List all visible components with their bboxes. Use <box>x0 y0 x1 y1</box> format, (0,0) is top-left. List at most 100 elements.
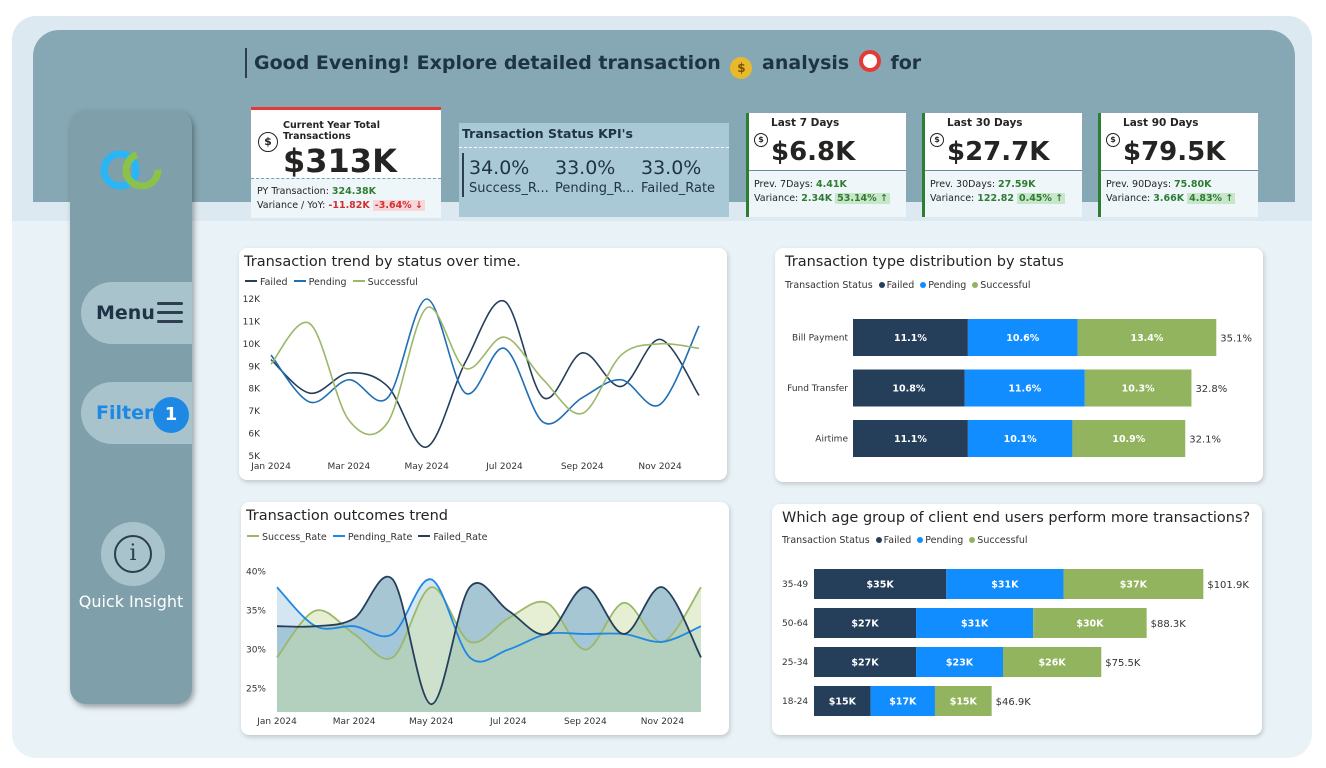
prev-value: 27.59K <box>998 179 1036 190</box>
data-label: 11.6% <box>1008 384 1041 395</box>
y-tick-label: 11K <box>243 317 261 327</box>
hamburger-icon <box>157 302 183 324</box>
filter-button[interactable]: Filter 1 <box>81 382 192 444</box>
status-kpi-value: 33.0% <box>641 157 702 179</box>
kpi-value: $313K <box>283 142 397 180</box>
period-subdetails: Prev. 90Days: 75.80K Variance: 3.66K 4.8… <box>1101 170 1258 217</box>
dollar-coin-icon: $ <box>1106 133 1120 147</box>
category-label: Airtime <box>815 435 848 445</box>
dollar-coin-icon: $ <box>930 133 944 147</box>
total-label: 32.8% <box>1195 384 1227 395</box>
menu-button[interactable]: Menu <box>81 282 192 344</box>
y-tick-label: 7K <box>248 407 261 417</box>
divider <box>459 147 729 148</box>
x-tick-label: Jul 2024 <box>485 462 523 472</box>
period-title: Last 30 Days <box>947 117 1023 129</box>
sidebar: Menu Filter 1 i Quick Insight <box>70 110 192 704</box>
y-tick-label: 10K <box>243 340 261 350</box>
variance-label: Variance / YoY: <box>257 200 329 211</box>
y-tick-label: 5K <box>248 452 261 462</box>
y-tick-label: 35% <box>246 607 266 617</box>
period-value: $27.7K <box>947 137 1050 167</box>
dollar-coin-icon: $ <box>258 132 278 152</box>
stacked-bar-chart[interactable]: 35-49 $35K $31K $37K $101.9K 50-64 $27K $31K $30… <box>772 504 1262 735</box>
y-tick-label: 12K <box>243 295 261 305</box>
kpi-title: Current Year Total Transactions <box>283 120 380 142</box>
variance-pct: 53.14% ↑ <box>835 193 890 204</box>
data-label: 10.6% <box>1006 333 1039 344</box>
total-label: 35.1% <box>1220 334 1252 345</box>
category-label: 50-64 <box>782 619 808 629</box>
kpi-card-last-90-days: $ Last 90 Days $79.5K Prev. 90Days: 75.8… <box>1098 113 1258 217</box>
y-tick-label: 40% <box>246 568 266 578</box>
period-value: $79.5K <box>1123 137 1226 167</box>
status-kpi-value: 34.0% <box>469 157 530 179</box>
age-group-card: Which age group of client end users perf… <box>772 504 1262 735</box>
data-label: $35K <box>867 580 895 591</box>
data-label: $26K <box>1039 658 1067 669</box>
variance-label: Variance: <box>1106 193 1154 204</box>
greeting-text-2: analysis <box>762 52 850 74</box>
status-kpi-card: Transaction Status KPI's 34.0% Success_R… <box>459 123 729 217</box>
category-label: Bill Payment <box>792 334 848 344</box>
x-tick-label: Mar 2024 <box>327 462 370 472</box>
period-subdetails: Prev. 7Days: 4.41K Variance: 2.34K 53.14… <box>749 170 906 217</box>
stacked-bar-chart[interactable]: Bill Payment 11.1% 10.6% 13.4% 35.1% Fund Tra… <box>775 248 1263 482</box>
status-kpi-failed: 33.0% Failed_Rate <box>641 157 715 196</box>
variance-value: 122.82 <box>977 193 1014 204</box>
filter-count-badge: 1 <box>153 397 189 433</box>
x-tick-label: May 2024 <box>404 462 449 472</box>
menu-label: Menu <box>96 302 155 324</box>
kpi-card-total-transactions: $ Current Year Total Transactions $313K … <box>251 107 441 218</box>
period-value: $6.8K <box>771 137 856 167</box>
x-tick-label: Jan 2024 <box>256 717 297 727</box>
trend-chart-card: Transaction trend by status over time. F… <box>239 248 727 480</box>
data-label: $30K <box>1076 619 1104 630</box>
area-chart[interactable]: 25% 30% 35% 40% Jan 2024 Mar 2024 May 2024 Jul … <box>241 502 729 735</box>
data-label: 10.3% <box>1122 384 1155 395</box>
data-label: $31K <box>961 619 989 630</box>
data-label: $15K <box>950 697 978 708</box>
filter-label: Filter <box>96 402 154 424</box>
line-chart[interactable]: 5K 6K 7K 8K 9K 10K 11K 12K Jan 2024 Mar 2024 May 2… <box>239 248 727 480</box>
py-label: PY Transaction: <box>257 186 332 197</box>
kpi-card-last-7-days: $ Last 7 Days $6.8K Prev. 7Days: 4.41K V… <box>746 113 906 217</box>
variance-value: -11.82K <box>328 200 370 211</box>
category-label: 35-49 <box>782 580 808 590</box>
series-line-failed <box>270 300 700 448</box>
greeting-text-1: Good Evening! Explore detailed transacti… <box>254 52 721 74</box>
series-line-pending <box>270 298 700 425</box>
period-title: Last 7 Days <box>771 117 840 129</box>
status-kpi-label: Pending_R... <box>555 181 635 196</box>
data-label: 10.8% <box>892 384 925 395</box>
status-kpi-value: 33.0% <box>555 157 616 179</box>
target-icon <box>858 50 881 72</box>
data-label: $37K <box>1120 580 1148 591</box>
data-label: 11.1% <box>894 333 927 344</box>
total-label: $101.9K <box>1207 580 1249 591</box>
quick-insight-label: Quick Insight <box>78 592 184 611</box>
py-value: 324.38K <box>331 186 376 197</box>
quick-insight-button[interactable]: i <box>101 522 165 586</box>
divider <box>462 153 464 197</box>
status-kpi-success: 34.0% Success_R... <box>469 157 549 196</box>
y-tick-label: 6K <box>248 430 261 440</box>
kpi-subdetails: PY Transaction: 324.38K Variance / YoY: … <box>251 178 441 218</box>
prev-value: 75.80K <box>1174 179 1212 190</box>
total-label: 32.1% <box>1189 435 1221 446</box>
data-label: 11.1% <box>894 434 927 445</box>
category-label: 25-34 <box>782 658 808 668</box>
data-label: $27K <box>851 619 879 630</box>
data-label: 10.1% <box>1004 434 1037 445</box>
x-tick-label: Nov 2024 <box>641 717 685 727</box>
dollar-coin-icon: $ <box>754 133 768 147</box>
x-tick-label: Jul 2024 <box>489 717 527 727</box>
info-icon: i <box>114 535 152 573</box>
data-label: 10.9% <box>1112 434 1145 445</box>
variance-pct: 0.45% ↑ <box>1016 193 1066 204</box>
total-label: $75.5K <box>1105 658 1141 669</box>
status-kpi-pending: 33.0% Pending_R... <box>555 157 634 196</box>
variance-value: 2.34K <box>801 193 833 204</box>
data-label: $17K <box>889 697 917 708</box>
data-label: $23K <box>946 658 974 669</box>
